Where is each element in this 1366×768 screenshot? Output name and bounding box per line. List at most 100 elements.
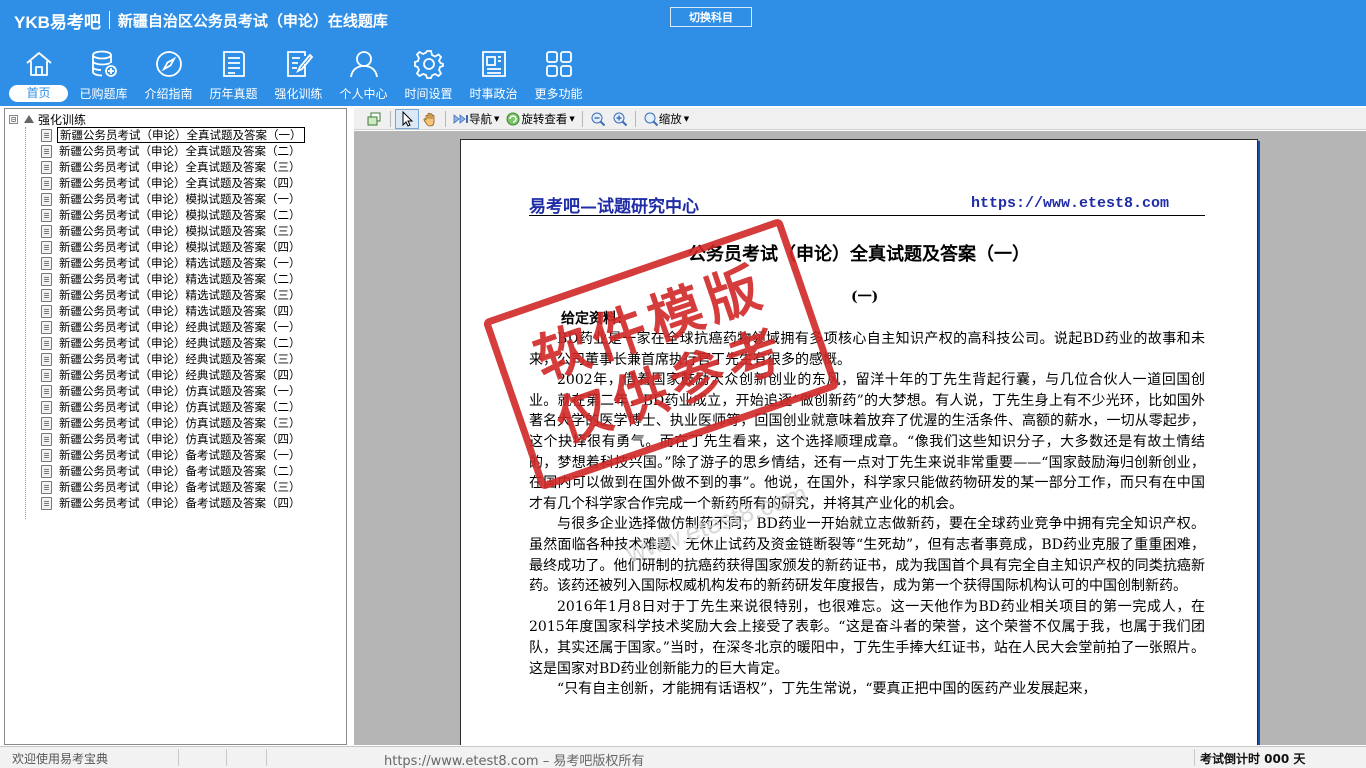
document-title: 公务员考试（申论）全真试题及答案（一） (688, 244, 1030, 265)
nav-profile-label: 个人中心 (339, 87, 388, 101)
nav-intensive[interactable]: 强化训练 (266, 46, 331, 104)
tree-item[interactable]: 新疆公务员考试（申论）全真试题及答案（二） (41, 143, 305, 159)
nav-profile[interactable]: 个人中心 (331, 46, 396, 104)
database-icon (91, 50, 117, 77)
status-divider (1194, 749, 1195, 766)
user-icon (349, 51, 378, 78)
tree-item-label: 新疆公务员考试（申论）模拟试题及答案（二） (59, 208, 301, 222)
tree-guide-lines (25, 127, 41, 519)
tree-item-label: 新疆公务员考试（申论）精选试题及答案（三） (59, 288, 301, 302)
document-icon (41, 368, 52, 382)
status-divider (266, 749, 267, 766)
tree-item-label: 新疆公务员考试（申论）全真试题及答案（四） (59, 176, 301, 190)
nav-current-affairs[interactable]: 时事政治 (461, 46, 526, 104)
tree-item-label: 新疆公务员考试（申论）精选试题及答案（四） (59, 304, 301, 318)
switch-subject-button[interactable]: 切换科目 (670, 7, 752, 27)
nav-past-exams-label: 历年真题 (209, 87, 258, 101)
tree-item[interactable]: 新疆公务员考试（申论）精选试题及答案（三） (41, 287, 305, 303)
tree-item[interactable]: 新疆公务员考试（申论）模拟试题及答案（四） (41, 239, 305, 255)
nav-past-exams[interactable]: 历年真题 (201, 46, 266, 104)
status-copyright: https://www.etest8.com – 易考吧版权所有 (384, 754, 645, 768)
main-nav: 首页 已购题库 介绍指南 历年真题 强化训练 个人中心 时间设置 时事政治 更多… (6, 46, 591, 104)
nav-home[interactable]: 首页 (6, 46, 71, 104)
tree-item[interactable]: 新疆公务员考试（申论）经典试题及答案（二） (41, 335, 305, 351)
tree-item[interactable]: 新疆公务员考试（申论）全真试题及答案（四） (41, 175, 305, 191)
tree-item[interactable]: 新疆公务员考试（申论）备考试题及答案（三） (41, 479, 305, 495)
collapse-icon[interactable]: ⊟ (9, 114, 18, 124)
nav-more[interactable]: 更多功能 (526, 46, 591, 104)
tree-root[interactable]: ⊟ 强化训练 (9, 111, 86, 127)
document-icon (41, 416, 52, 430)
zoom-out-icon (591, 112, 605, 126)
tree-item[interactable]: 新疆公务员考试（申论）精选试题及答案（一） (41, 255, 305, 271)
navigate-menu[interactable]: 导航 ▼ (450, 109, 502, 129)
cursor-icon (402, 110, 414, 127)
zoom-label: 缩放 (658, 111, 682, 126)
document-icon (41, 224, 52, 238)
tree-item[interactable]: 新疆公务员考试（申论）仿真试题及答案（二） (41, 399, 305, 415)
document-icon (41, 272, 52, 286)
zoom-in-button[interactable] (609, 109, 631, 129)
compass-icon (155, 51, 182, 77)
tree-item[interactable]: 新疆公务员考试（申论）备考试题及答案（四） (41, 495, 305, 511)
tree-item-label: 新疆公务员考试（申论）备考试题及答案（四） (59, 496, 301, 510)
document-viewer[interactable]: 易考吧—试题研究中心 https://www.etest8.com 公务员考试（… (354, 131, 1366, 745)
toolbar-separator (581, 110, 583, 127)
status-welcome: 欢迎使用易考宝典 (12, 752, 109, 766)
tree-item[interactable]: 新疆公务员考试（申论）模拟试题及答案（二） (41, 207, 305, 223)
document-icon (41, 384, 52, 398)
thumbnail-icon (367, 112, 381, 125)
nav-intensive-label: 强化训练 (274, 87, 323, 101)
paragraph: “只有自主创新，才能拥有话语权”，丁先生常说，“要真正把中国的医药产业发展起来， (557, 681, 1097, 698)
tree-item[interactable]: 新疆公务员考试（申论）经典试题及答案（四） (41, 367, 305, 383)
tree-item-label: 新疆公务员考试（申论）仿真试题及答案（二） (59, 400, 301, 414)
list-doc-icon (222, 51, 245, 77)
document-icon (41, 304, 52, 318)
tree-item-label: 新疆公务员考试（申论）备考试题及答案（二） (59, 464, 301, 478)
rotate-menu[interactable]: 旋转查看 ▼ (502, 109, 577, 129)
tree-panel[interactable]: ⊟ 强化训练 新疆公务员考试（申论）全真试题及答案（一） 新疆公务员考试（申论）全… (4, 108, 347, 745)
nav-guide-label: 介绍指南 (144, 87, 193, 101)
tree-item[interactable]: 新疆公务员考试（申论）仿真试题及答案（三） (41, 415, 305, 431)
tree-item[interactable]: 新疆公务员考试（申论）经典试题及答案（一） (41, 319, 305, 335)
thumbnail-button[interactable] (364, 109, 386, 129)
app-title: 新疆自治区公务员考试（申论）在线题库 (117, 11, 388, 30)
zoom-out-button[interactable] (587, 109, 609, 129)
chevron-down-icon: ▼ (494, 114, 500, 123)
tree-item[interactable]: 新疆公务员考试（申论）备考试题及答案（二） (41, 463, 305, 479)
nav-time-settings[interactable]: 时间设置 (396, 46, 461, 104)
chevron-down-icon: ▼ (569, 114, 575, 123)
edit-doc-icon (286, 51, 313, 77)
tree-item[interactable]: 新疆公务员考试（申论）精选试题及答案（二） (41, 271, 305, 287)
nav-purchased[interactable]: 已购题库 (71, 46, 136, 104)
viewer-toolbar: 导航 ▼ 旋转查看 ▼ 缩放 ▼ (354, 108, 1366, 130)
tree-item[interactable]: 新疆公务员考试（申论）全真试题及答案（一） (41, 127, 305, 143)
document-icon (41, 464, 52, 478)
document-icon (41, 128, 52, 142)
tree-item-label: 新疆公务员考试（申论）经典试题及答案（三） (59, 352, 301, 366)
paragraph: 2016年1月8日对于丁先生来说很特别，也很难忘。这一天他作为BD药业相关项目的… (529, 598, 1205, 677)
document-icon (41, 208, 52, 222)
tree-item[interactable]: 新疆公务员考试（申论）模拟试题及答案（三） (41, 223, 305, 239)
zoom-menu[interactable]: 缩放 ▼ (640, 109, 692, 129)
tree-item[interactable]: 新疆公务员考试（申论）模拟试题及答案（一） (41, 191, 305, 207)
nav-current-affairs-label: 时事政治 (469, 87, 518, 101)
tree-item[interactable]: 新疆公务员考试（申论）仿真试题及答案（一） (41, 383, 305, 399)
tree-item[interactable]: 新疆公务员考试（申论）精选试题及答案（四） (41, 303, 305, 319)
select-tool-button[interactable] (395, 108, 419, 129)
tree-item[interactable]: 新疆公务员考试（申论）仿真试题及答案（四） (41, 431, 305, 447)
rotate-label: 旋转查看 (521, 111, 568, 126)
document-icon (41, 352, 52, 366)
tree-item[interactable]: 新疆公务员考试（申论）经典试题及答案（三） (41, 351, 305, 367)
document-icon (41, 192, 52, 206)
tree-item[interactable]: 新疆公务员考试（申论）全真试题及答案（三） (41, 159, 305, 175)
nav-time-settings-label: 时间设置 (404, 87, 453, 101)
chevron-down-icon: ▼ (683, 114, 690, 123)
pan-tool-button[interactable] (419, 109, 441, 129)
toolbar-separator (390, 110, 391, 127)
document-icon (41, 400, 52, 414)
document-icon (41, 160, 52, 174)
document-icon (41, 256, 52, 270)
tree-item[interactable]: 新疆公务员考试（申论）备考试题及答案（一） (41, 447, 305, 463)
nav-guide[interactable]: 介绍指南 (136, 46, 201, 104)
